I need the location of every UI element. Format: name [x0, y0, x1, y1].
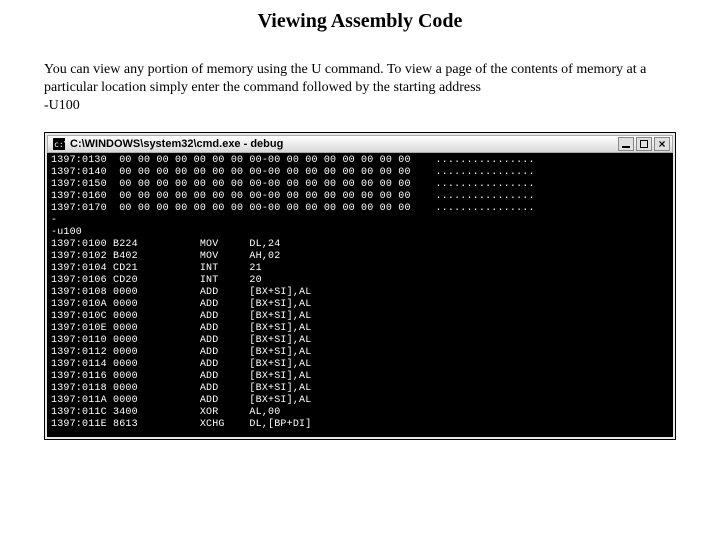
window-buttons: [618, 137, 670, 151]
example-command: -U100: [44, 98, 676, 114]
svg-text:c:\: c:\: [54, 140, 65, 149]
maximize-button[interactable]: [636, 137, 652, 151]
window-title: C:\WINDOWS\system32\cmd.exe - debug: [70, 138, 618, 150]
terminal-output: 1397:0130 00 00 00 00 00 00 00 00-00 00 …: [47, 153, 673, 437]
page-title: Viewing Assembly Code: [44, 10, 676, 33]
minimize-button[interactable]: [618, 137, 634, 151]
intro-paragraph: You can view any portion of memory using…: [44, 61, 676, 96]
console-window: c:\ C:\WINDOWS\system32\cmd.exe - debug …: [44, 132, 676, 440]
close-button[interactable]: [654, 137, 670, 151]
titlebar: c:\ C:\WINDOWS\system32\cmd.exe - debug: [47, 135, 673, 153]
cmd-icon: c:\: [52, 137, 66, 151]
